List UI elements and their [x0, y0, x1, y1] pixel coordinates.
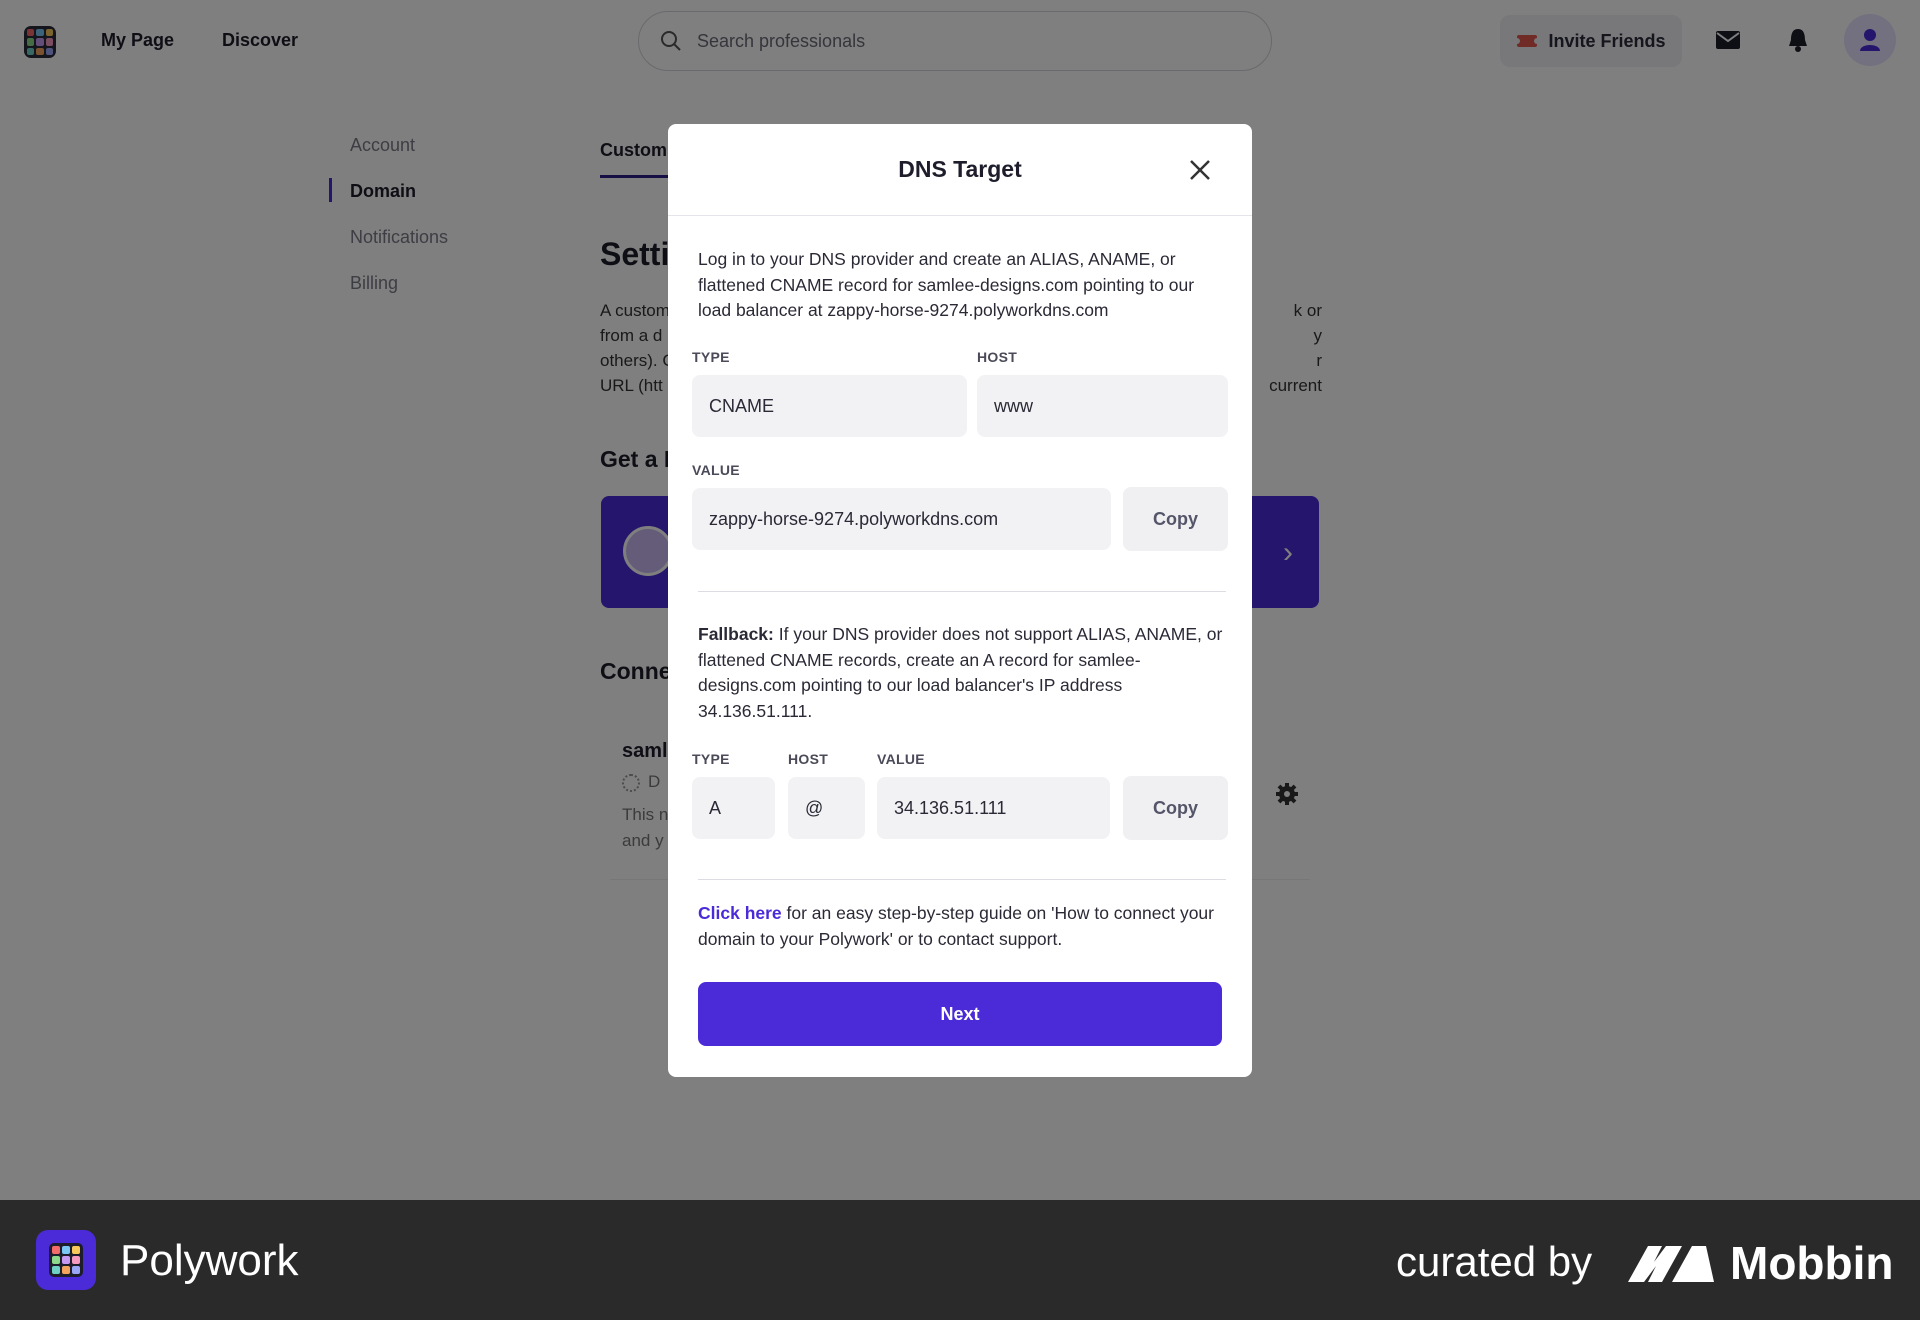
polywork-logo-icon [36, 1230, 96, 1290]
type-label: TYPE [692, 349, 730, 365]
a-value-field[interactable]: 34.136.51.111 [877, 777, 1110, 839]
click-here-link[interactable]: Click here [698, 903, 782, 923]
copy-value-button[interactable]: Copy [1123, 487, 1228, 551]
mobbin-name: Mobbin [1730, 1237, 1894, 1289]
brand-name: Polywork [120, 1236, 299, 1285]
host-label: HOST [977, 349, 1018, 365]
help-text: Click here for an easy step-by-step guid… [698, 901, 1226, 952]
app-window: My Page Discover Invite Friends Account … [0, 0, 1920, 1200]
divider [698, 879, 1226, 880]
host-field[interactable]: www [977, 375, 1228, 437]
divider [698, 591, 1226, 592]
footer-bar: Polywork curated by Mobbin [0, 1200, 1920, 1320]
modal-title: DNS Target [898, 156, 1022, 182]
modal-header: DNS Target [668, 124, 1252, 216]
dns-target-modal: DNS Target Log in to your DNS provider a… [668, 124, 1252, 1077]
type-field[interactable]: CNAME [692, 375, 967, 437]
mobbin-mark-icon [1628, 1246, 1714, 1282]
fallback-instructions: Fallback: If your DNS provider does not … [698, 622, 1226, 724]
dns-instructions: Log in to your DNS provider and create a… [698, 249, 1195, 320]
value-field[interactable]: zappy-horse-9274.polyworkdns.com [692, 488, 1111, 550]
a-host-field[interactable]: @ [788, 777, 865, 839]
a-value-label: VALUE [877, 751, 925, 767]
fallback-text: If your DNS provider does not support AL… [698, 624, 1223, 721]
curated-by-label: curated by [1396, 1238, 1593, 1285]
next-button[interactable]: Next [698, 982, 1222, 1046]
a-host-label: HOST [788, 751, 829, 767]
close-icon[interactable] [1186, 156, 1214, 184]
a-type-label: TYPE [692, 751, 730, 767]
mobbin-logo: Mobbin [1626, 1236, 1894, 1290]
value-label: VALUE [692, 462, 740, 478]
copy-ip-button[interactable]: Copy [1123, 776, 1228, 840]
fallback-label: Fallback: [698, 624, 774, 644]
a-type-field[interactable]: A [692, 777, 775, 839]
